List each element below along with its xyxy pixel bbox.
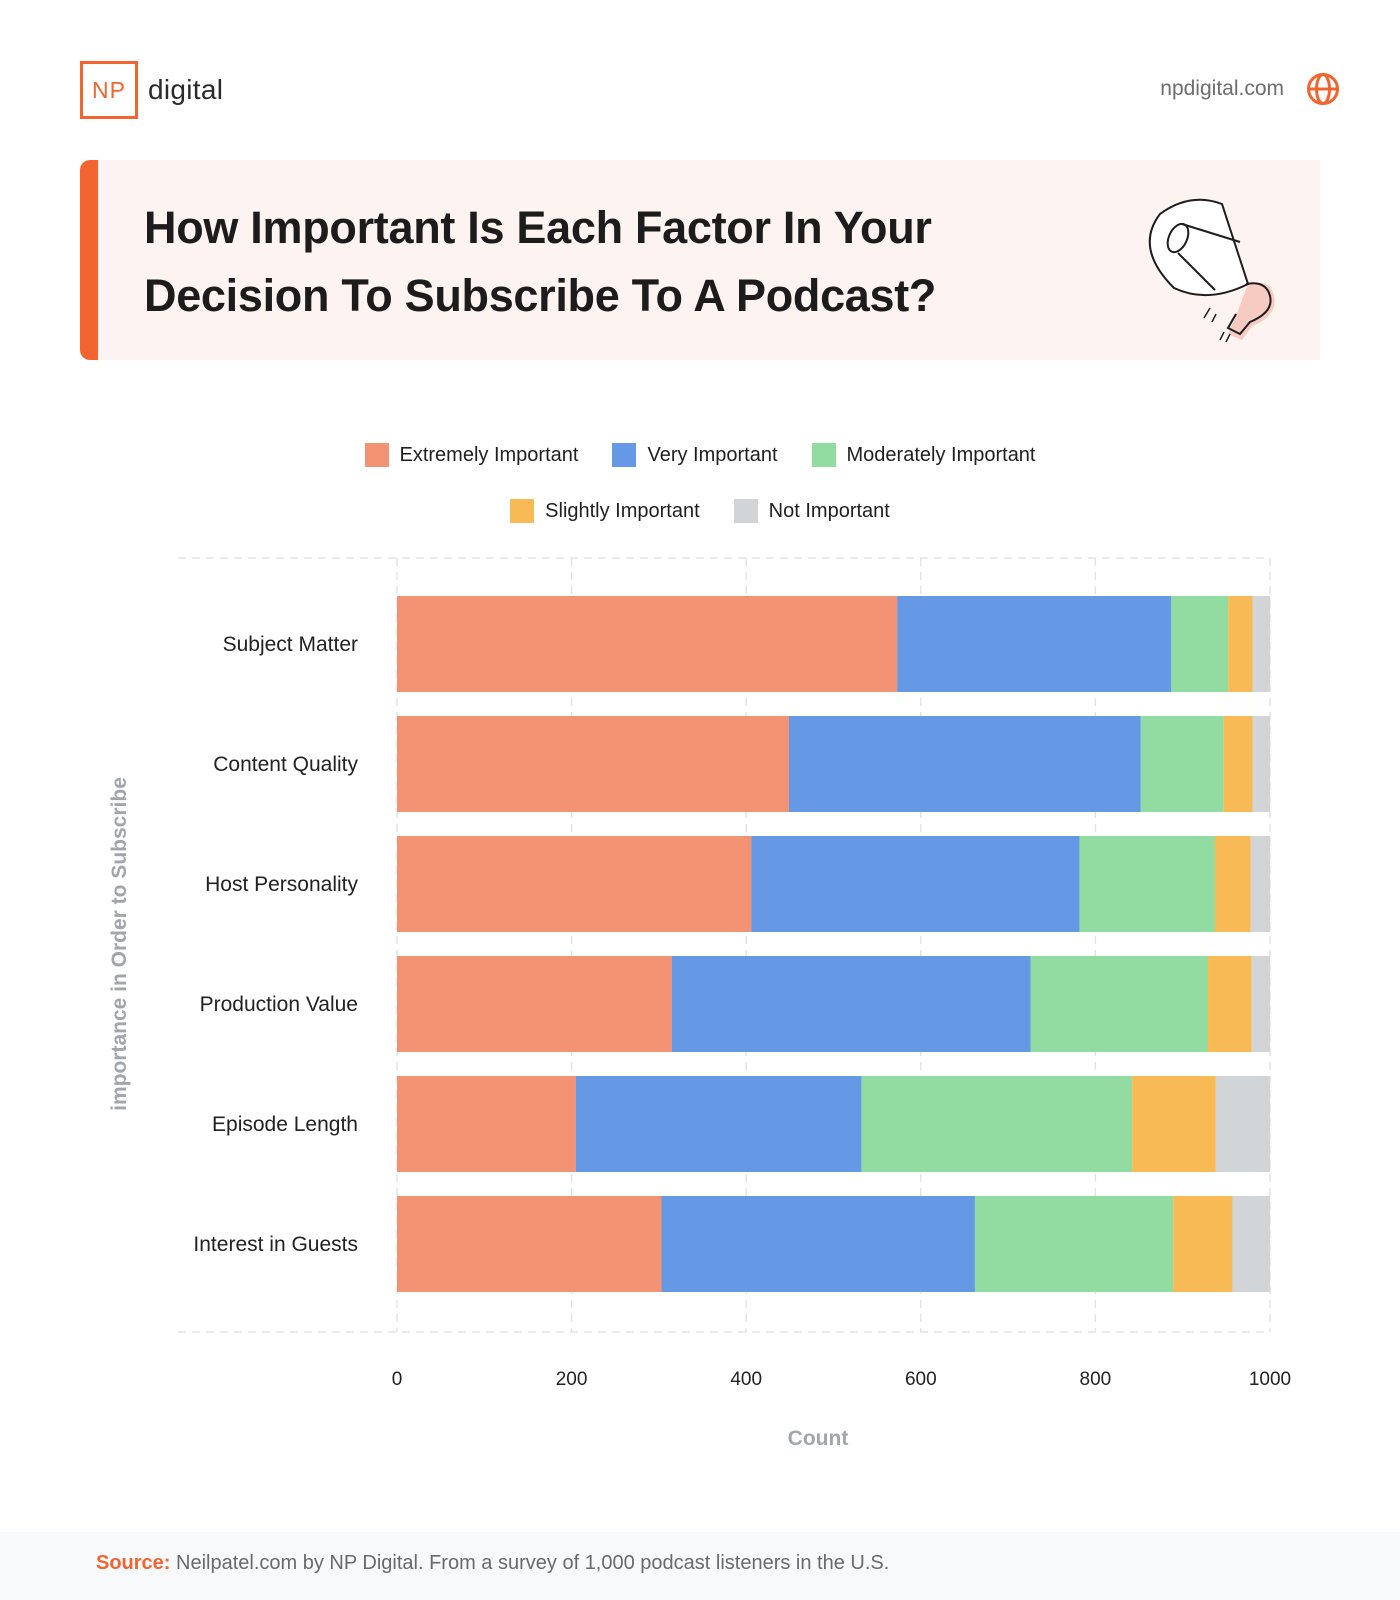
chart-bars: Subject Matter — Extremely Important: 57… [397,596,1270,1292]
bar-segment-moderately-important[interactable]: Production Value — Moderately Important:… [1030,956,1209,1052]
bar-segment-extremely-important[interactable]: Production Value — Extremely Important: … [397,956,672,1052]
bar-segment-very-important[interactable]: Content Quality — Very Important: 403 [788,716,1141,812]
bar-segment-slightly-important[interactable]: Subject Matter — Slightly Important: 28 [1228,596,1253,692]
x-tick-label: 400 [730,1369,762,1390]
bar-segment-not-important[interactable]: Interest in Guests — Not Important: 43 [1232,1196,1270,1292]
x-tick-labels: 0 200 400 600 800 1000 [392,1369,1291,1390]
bar-segment-extremely-important[interactable]: Subject Matter — Extremely Important: 57… [397,596,898,692]
x-tick-label: 800 [1080,1369,1112,1390]
bar-segment-not-important[interactable]: Episode Length — Not Important: 62 [1215,1076,1270,1172]
bar-segment-extremely-important[interactable]: Host Personality — Extremely Important: … [397,836,752,932]
bar-segment-very-important[interactable]: Episode Length — Very Important: 327 [575,1076,862,1172]
bar-segment-extremely-important[interactable]: Interest in Guests — Extremely Important… [397,1196,662,1292]
bar-segment-extremely-important[interactable]: Content Quality — Extremely Important: 4… [397,716,789,812]
bar-segment-slightly-important[interactable]: Interest in Guests — Slightly Important:… [1173,1196,1233,1292]
source-note: Source: Neilpatel.com by NP Digital. Fro… [96,1552,889,1575]
bar-segment-moderately-important[interactable]: Episode Length — Moderately Important: 3… [861,1076,1133,1172]
bar-segment-moderately-important[interactable]: Host Personality — Moderately Important:… [1079,836,1216,932]
category-labels: Subject Matter Content Quality Host Person… [193,633,358,1256]
x-tick-label: 0 [392,1369,403,1390]
bar-segment-very-important[interactable]: Interest in Guests — Very Important: 359 [661,1196,975,1292]
bar-segment-moderately-important[interactable]: Content Quality — Moderately Important: … [1140,716,1224,812]
bar-segment-extremely-important[interactable]: Episode Length — Extremely Important: 20… [397,1076,576,1172]
bar-segment-not-important[interactable]: Subject Matter — Not Important: 20 [1252,596,1270,692]
x-tick-label: 600 [905,1369,937,1390]
bar-segment-very-important[interactable]: Host Personality — Very Important: 376 [751,836,1080,932]
bar-segment-slightly-important[interactable]: Production Value — Slightly Important: 5… [1208,956,1252,1052]
source-label: Source: [96,1552,171,1574]
bar-segment-slightly-important[interactable]: Host Personality — Slightly Important: 4… [1215,836,1251,932]
bar-segment-very-important[interactable]: Subject Matter — Very Important: 314 [897,596,1172,692]
bar-segment-slightly-important[interactable]: Episode Length — Slightly Important: 96 [1132,1076,1216,1172]
bar-segment-not-important[interactable]: Host Personality — Not Important: 22 [1250,836,1270,932]
category-label: Host Personality [205,873,358,896]
x-tick-label: 1000 [1249,1369,1291,1390]
category-label: Production Value [200,993,358,1016]
stacked-bar-chart: Subject Matter — Extremely Important: 57… [108,557,1291,1450]
bar-segment-very-important[interactable]: Production Value — Very Important: 411 [671,956,1031,1052]
bar-segment-moderately-important[interactable]: Interest in Guests — Moderately Importan… [974,1196,1174,1292]
category-label: Interest in Guests [193,1233,358,1256]
y-axis-title: importance in Order to Subscribe [108,777,131,1111]
x-axis-title: Count [788,1427,849,1450]
category-label: Episode Length [212,1113,358,1136]
category-label: Subject Matter [223,633,358,656]
bar-segment-moderately-important[interactable]: Subject Matter — Moderately Important: 6… [1171,596,1229,692]
source-footer: Source: Neilpatel.com by NP Digital. Fro… [0,1532,1400,1600]
bar-segment-not-important[interactable]: Content Quality — Not Important: 20 [1252,716,1270,812]
bar-segment-not-important[interactable]: Production Value — Not Important: 21 [1251,956,1270,1052]
bar-segment-slightly-important[interactable]: Content Quality — Slightly Important: 33 [1223,716,1253,812]
source-text: Neilpatel.com by NP Digital. From a surv… [170,1552,890,1574]
category-label: Content Quality [213,753,358,776]
x-tick-label: 200 [556,1369,588,1390]
